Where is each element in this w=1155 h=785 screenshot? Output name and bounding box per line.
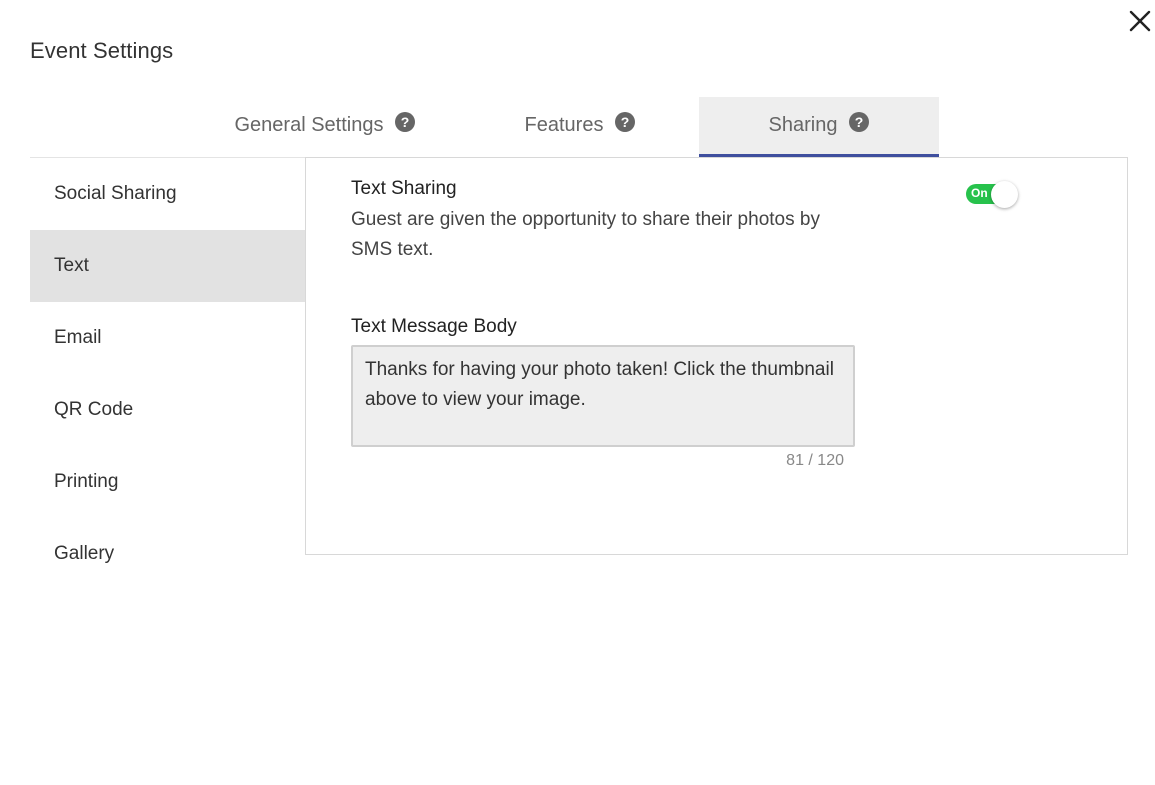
tab-general-settings[interactable]: General Settings ? <box>200 97 450 154</box>
toggle-knob <box>991 181 1018 208</box>
sidebar-item-qr-code[interactable]: QR Code <box>30 374 305 446</box>
character-counter: 81 / 120 <box>786 452 844 469</box>
tab-label: Features <box>524 114 604 136</box>
svg-text:?: ? <box>855 114 864 130</box>
sidebar-item-label: QR Code <box>54 399 134 420</box>
sidebar-item-social-sharing[interactable]: Social Sharing <box>30 158 305 230</box>
sidebar-item-label: Gallery <box>54 543 115 564</box>
text-sharing-panel: Text Sharing Guest are given the opportu… <box>305 157 1128 555</box>
help-icon[interactable]: ? <box>395 111 416 132</box>
toggle-label: On <box>971 186 988 200</box>
help-icon[interactable]: ? <box>615 111 636 132</box>
sidebar-item-label: Email <box>54 327 102 348</box>
text-sharing-toggle[interactable]: On <box>966 181 1020 208</box>
tab-sharing[interactable]: Sharing ? <box>699 97 939 157</box>
svg-text:?: ? <box>621 114 630 130</box>
sidebar-item-email[interactable]: Email <box>30 302 305 374</box>
sidebar-item-label: Social Sharing <box>54 183 177 204</box>
help-icon[interactable]: ? <box>849 111 870 132</box>
sharing-sidebar: Social Sharing Text Email QR Code Printi… <box>30 158 305 590</box>
tab-label: General Settings <box>234 114 384 136</box>
close-button[interactable] <box>1124 5 1155 37</box>
sidebar-item-gallery[interactable]: Gallery <box>30 518 305 590</box>
sidebar-item-printing[interactable]: Printing <box>30 446 305 518</box>
close-icon <box>1129 10 1151 32</box>
svg-text:?: ? <box>401 114 410 130</box>
sidebar-item-label: Text <box>54 255 89 276</box>
message-body-input[interactable]: Thanks for having your photo taken! Clic… <box>351 345 855 447</box>
sidebar-item-text[interactable]: Text <box>30 230 305 302</box>
sidebar-item-label: Printing <box>54 471 119 492</box>
tab-features[interactable]: Features ? <box>480 97 680 154</box>
tab-label: Sharing <box>768 114 838 136</box>
section-title: Text Sharing <box>351 178 457 199</box>
message-body-label: Text Message Body <box>351 316 517 337</box>
section-description: Guest are given the opportunity to share… <box>351 209 820 260</box>
dialog-title: Event Settings <box>30 38 174 63</box>
